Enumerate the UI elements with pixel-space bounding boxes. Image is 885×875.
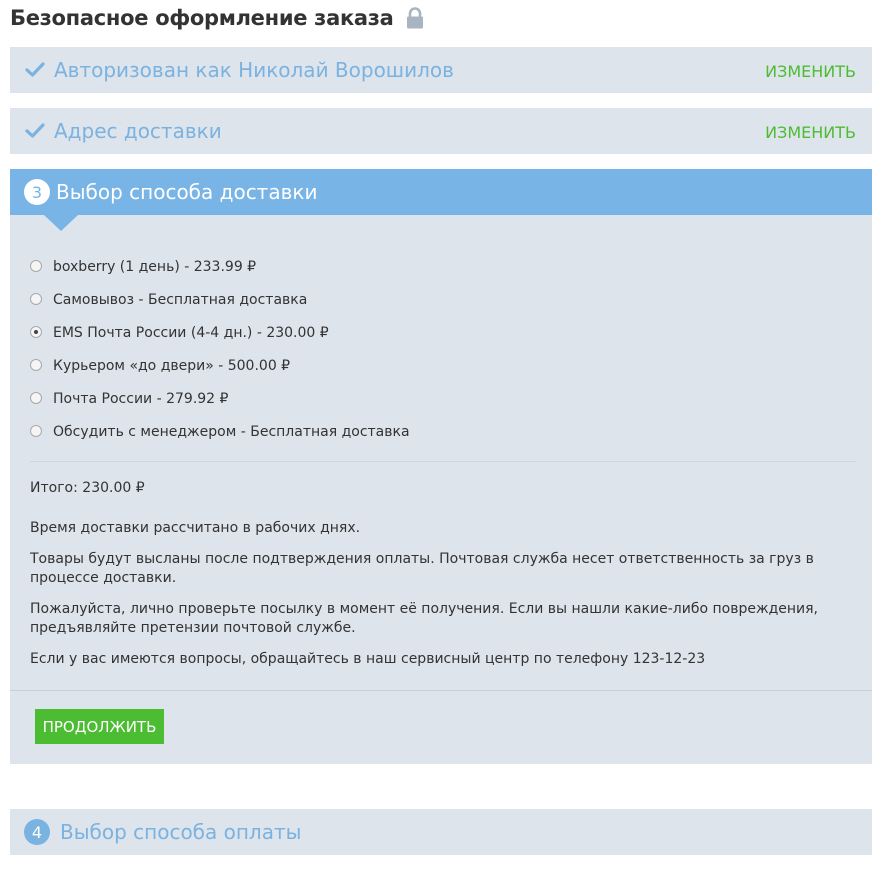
delivery-options: boxberry (1 день) - 233.99 ₽ Самовывоз - …	[30, 257, 410, 455]
check-icon	[25, 121, 45, 141]
edit-address-link[interactable]: ИЗМЕНИТЬ	[765, 123, 856, 142]
step-number-badge: 3	[24, 179, 50, 205]
step-auth-title: Авторизован как Николай Ворошилов	[54, 58, 454, 82]
step-number-badge: 4	[24, 819, 50, 845]
delivery-option-label: boxberry (1 день) - 233.99 ₽	[53, 259, 257, 275]
page-title-text: Безопасное оформление заказа	[10, 6, 394, 30]
delivery-option-label: Обсудить с менеджером - Бесплатная доста…	[53, 424, 410, 440]
delivery-option-radio[interactable]	[30, 359, 42, 371]
edit-auth-link[interactable]: ИЗМЕНИТЬ	[765, 62, 856, 81]
delivery-option-label: Самовывоз - Бесплатная доставка	[53, 292, 308, 308]
check-icon	[25, 60, 45, 80]
divider	[10, 690, 872, 691]
delivery-option-radio[interactable]	[30, 326, 42, 338]
page-title: Безопасное оформление заказа	[10, 6, 424, 30]
step-delivery-header: 3 Выбор способа доставки	[10, 169, 872, 215]
delivery-option[interactable]: Обсудить с менеджером - Бесплатная доста…	[30, 422, 410, 455]
note-text: Пожалуйста, лично проверьте посылку в мо…	[30, 601, 819, 636]
delivery-option-label: Почта России - 279.92 ₽	[53, 391, 229, 407]
divider	[30, 461, 856, 462]
delivery-total: Итого: 230.00 ₽	[30, 480, 145, 496]
delivery-option[interactable]: Самовывоз - Бесплатная доставка	[30, 290, 410, 323]
delivery-option-radio[interactable]	[30, 293, 42, 305]
delivery-step-body: boxberry (1 день) - 233.99 ₽ Самовывоз - …	[10, 215, 872, 764]
delivery-option-label: EMS Почта России (4-4 дн.) - 230.00 ₽	[53, 325, 329, 341]
step-address-title: Адрес доставки	[54, 119, 222, 143]
delivery-option[interactable]: boxberry (1 день) - 233.99 ₽	[30, 257, 410, 290]
delivery-option-radio[interactable]	[30, 392, 42, 404]
delivery-option[interactable]: Почта России - 279.92 ₽	[30, 389, 410, 422]
note-text: Товары будут высланы после подтверждения…	[30, 551, 814, 586]
step-auth: Авторизован как Николай Ворошилов ИЗМЕНИ…	[10, 47, 872, 93]
delivery-option[interactable]: Курьером «до двери» - 500.00 ₽	[30, 356, 410, 389]
radio-selected-dot	[34, 330, 38, 334]
header-arrow-icon	[44, 215, 78, 231]
continue-button[interactable]: ПРОДОЛЖИТЬ	[35, 709, 164, 744]
delivery-option[interactable]: EMS Почта России (4-4 дн.) - 230.00 ₽	[30, 323, 410, 356]
step-address: Адрес доставки ИЗМЕНИТЬ	[10, 108, 872, 154]
note-text: Время доставки рассчитано в рабочих днях…	[30, 520, 361, 536]
delivery-notes: Время доставки рассчитано в рабочих днях…	[30, 519, 830, 681]
delivery-option-radio[interactable]	[30, 260, 42, 272]
step-delivery-title: Выбор способа доставки	[56, 180, 318, 204]
lock-icon	[406, 7, 424, 29]
step-payment-title: Выбор способа оплаты	[60, 820, 302, 844]
note-text: Если у вас имеются вопросы, обращайтесь …	[30, 651, 706, 667]
delivery-option-label: Курьером «до двери» - 500.00 ₽	[53, 358, 291, 374]
step-payment: 4 Выбор способа оплаты	[10, 809, 872, 855]
delivery-option-radio[interactable]	[30, 425, 42, 437]
